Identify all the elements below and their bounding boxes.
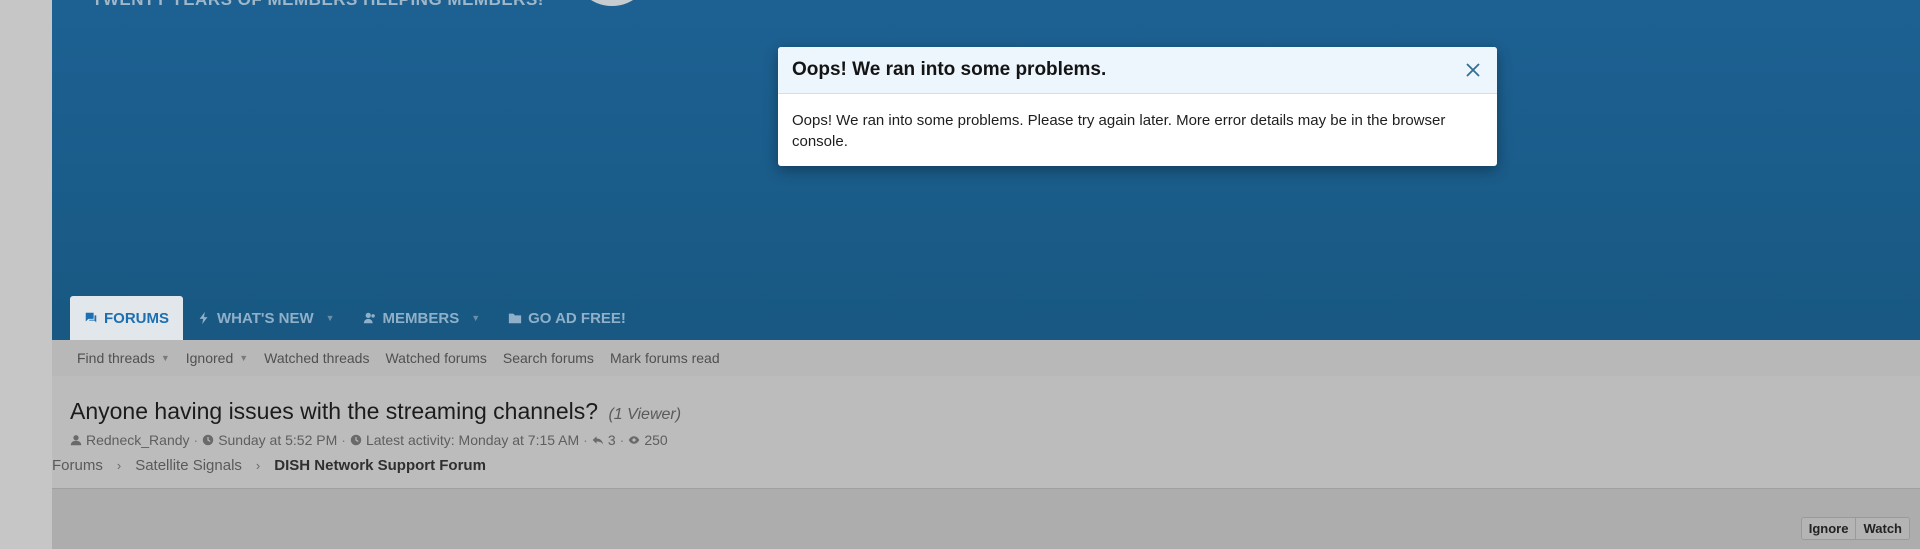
bolt-icon [199, 311, 208, 325]
sub-nav: Find threads ▼ Ignored ▼ Watched threads W… [52, 340, 1920, 376]
subnav-watched-threads[interactable]: Watched threads [264, 350, 369, 366]
close-button[interactable] [1463, 60, 1483, 80]
watch-button[interactable]: Watch [1855, 518, 1909, 539]
user-icon [70, 435, 82, 446]
modal-title: Oops! We ran into some problems. [792, 59, 1107, 80]
meta-separator: · [583, 432, 588, 448]
chevron-down-icon[interactable]: ▼ [161, 353, 170, 363]
breadcrumb-forums[interactable]: Forums [52, 457, 103, 474]
breadcrumb: Forums › Satellite Signals › DISH Networ… [52, 457, 486, 474]
chevron-down-icon[interactable]: ▼ [471, 313, 480, 323]
thread-start-date[interactable]: Sunday at 5:52 PM [218, 432, 337, 448]
meta-separator: · [341, 432, 346, 448]
subnav-label: Ignored [185, 350, 234, 366]
subnav-mark-forums-read[interactable]: Mark forums read [610, 350, 720, 366]
chevron-right-icon: › [255, 458, 261, 473]
thread-meta: Redneck_Randy · Sunday at 5:52 PM · Late… [70, 432, 668, 448]
clock-icon [350, 434, 362, 446]
meta-separator: · [619, 432, 625, 448]
reply-count: 3 [607, 432, 616, 448]
site-tagline: TWENTY YEARS OF MEMBERS HELPING MEMBERS! [92, 0, 544, 10]
nav-tab-label: WHAT'S NEW [217, 309, 314, 327]
chevron-down-icon[interactable]: ▼ [239, 353, 248, 363]
viewer-count[interactable]: (1 Viewer) [608, 406, 681, 423]
nav-tab-forums[interactable]: FORUMS [70, 296, 183, 340]
chevron-down-icon[interactable]: ▼ [326, 313, 335, 323]
modal-header: Oops! We ran into some problems. [778, 47, 1497, 94]
reply-icon [592, 436, 604, 445]
thread-block: Ignore Watch [52, 488, 1920, 549]
error-modal: Oops! We ran into some problems. Oops! W… [778, 47, 1497, 166]
subnav-watched-forums[interactable]: Watched forums [385, 350, 486, 366]
folder-icon [509, 313, 522, 324]
subnav-label: Find threads [77, 350, 155, 366]
nav-tab-label: FORUMS [104, 309, 169, 327]
nav-tab-whats-new[interactable]: WHAT'S NEW ▼ [183, 296, 349, 340]
thread-content: Anyone having issues with the streaming … [52, 376, 1920, 549]
view-count: 250 [644, 432, 668, 448]
chat-icon [85, 312, 97, 323]
subnav-ignored[interactable]: Ignored ▼ [186, 350, 248, 366]
thread-title-text: Anyone having issues with the streaming … [70, 398, 599, 424]
nav-tab-go-ad-free[interactable]: GO AD FREE! [494, 296, 640, 340]
eye-icon [629, 436, 640, 444]
main-nav: FORUMS WHAT'S NEW ▼ MEMBERS ▼ GO AD FREE… [70, 296, 640, 340]
nav-tab-label: GO AD FREE! [528, 309, 626, 327]
page-gutter [0, 0, 52, 549]
thread-latest-activity[interactable]: Latest activity: Monday at 7:15 AM [366, 432, 579, 448]
modal-body: Oops! We ran into some problems. Please … [792, 112, 1446, 150]
subnav-search-forums[interactable]: Search forums [503, 350, 594, 366]
breadcrumb-dish-network[interactable]: DISH Network Support Forum [274, 457, 486, 474]
chevron-right-icon: › [116, 458, 122, 473]
breadcrumb-satellite-signals[interactable]: Satellite Signals [135, 457, 242, 474]
clock-icon [202, 434, 214, 446]
thread-author[interactable]: Redneck_Randy [86, 432, 190, 448]
thread-title: Anyone having issues with the streaming … [70, 398, 681, 425]
meta-separator: · [193, 432, 199, 448]
nav-tab-members[interactable]: MEMBERS ▼ [349, 296, 495, 340]
ignore-button[interactable]: Ignore [1801, 518, 1856, 539]
nav-tab-label: MEMBERS [382, 309, 460, 327]
thread-actions: Ignore Watch [1800, 517, 1910, 540]
subnav-find-threads[interactable]: Find threads ▼ [77, 350, 170, 366]
users-icon [363, 312, 375, 324]
close-icon [1466, 63, 1480, 77]
logo[interactable] [572, 0, 652, 6]
